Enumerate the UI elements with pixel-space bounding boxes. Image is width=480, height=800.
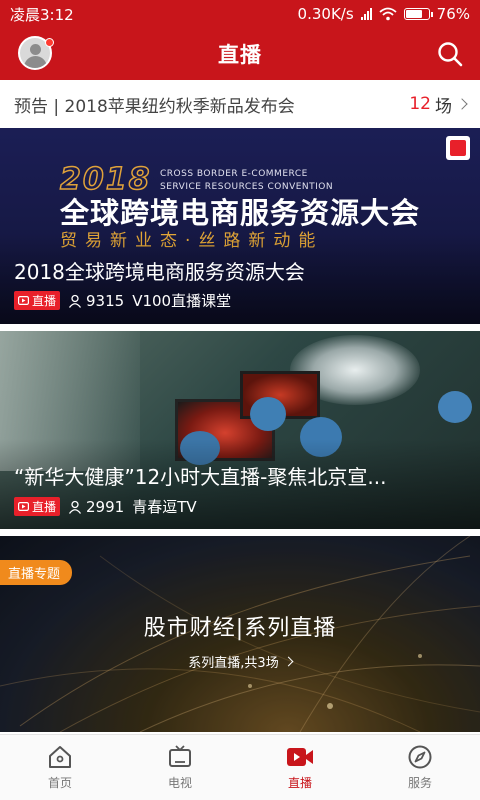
- status-time: 凌晨3:12: [10, 5, 74, 24]
- wifi-icon: [379, 7, 397, 21]
- preview-count-number: 12: [409, 94, 431, 114]
- preview-bar[interactable]: 预告 | 2018苹果纽约秋季新品发布会 12 场: [0, 80, 480, 128]
- person-icon: [68, 500, 82, 514]
- preview-count: 12 场: [409, 92, 468, 117]
- preview-count-unit: 场: [435, 96, 452, 117]
- viewer-count: 2991: [68, 498, 124, 516]
- live-play-icon: [18, 296, 29, 305]
- page-title: 直播: [218, 43, 262, 67]
- viewer-number: 9315: [86, 291, 125, 310]
- live-tag: 直播: [14, 497, 61, 516]
- card-title: “新华大健康”12小时大直播-聚焦北京宣...: [14, 465, 387, 489]
- nav-item-service[interactable]: 服务: [360, 735, 480, 800]
- live-tag: 直播: [14, 291, 61, 310]
- viewer-number: 2991: [86, 497, 125, 516]
- card-meta: 直播 9315 V100直播课堂: [14, 290, 231, 311]
- topic-subtitle: 系列直播,共3场: [0, 652, 480, 671]
- status-indicators: 0.30K/s 76%: [298, 5, 470, 23]
- live-tag-label: 直播: [32, 294, 57, 308]
- nav-item-live[interactable]: 直播: [240, 735, 360, 800]
- viewer-count: 9315: [68, 292, 124, 310]
- nav-item-tv[interactable]: 电视: [120, 735, 240, 800]
- nav-item-home[interactable]: 首页: [0, 735, 120, 800]
- channel-logo: [446, 136, 470, 160]
- nav-label: 直播: [287, 776, 312, 790]
- topic-badge: 直播专题: [0, 560, 73, 585]
- nav-label: 首页: [47, 776, 72, 790]
- live-card[interactable]: 2018 CROSS BORDER E-COMMERCE SERVICE RES…: [0, 128, 480, 324]
- notification-dot: [45, 38, 54, 47]
- avatar-head: [30, 44, 41, 55]
- topic-title: 股市财经|系列直播: [143, 616, 337, 641]
- person-icon: [68, 294, 82, 308]
- battery-percent: 76%: [436, 5, 470, 23]
- avatar-body: [24, 56, 47, 68]
- chevron-right-icon: [283, 656, 294, 667]
- topic-card[interactable]: 直播专题 股市财经|系列直播 系列直播,共3场: [0, 536, 480, 732]
- preview-text: 预告 | 2018苹果纽约秋季新品发布会: [14, 96, 295, 117]
- tv-icon: [169, 745, 191, 767]
- nav-label: 电视: [167, 776, 192, 790]
- compass-icon: [408, 745, 432, 769]
- banner-en-line-1: CROSS BORDER E-COMMERCE: [160, 169, 308, 179]
- topic-subtitle-text: 系列直播,共3场: [188, 656, 279, 671]
- card-meta: 直播 2991 青春逗TV: [14, 496, 197, 517]
- staff-cap-image: [250, 397, 286, 431]
- nav-label: 服务: [407, 776, 432, 790]
- chevron-right-icon: [456, 98, 468, 110]
- search-icon[interactable]: [436, 40, 464, 68]
- app-header: 直播: [0, 28, 480, 80]
- battery-level: [405, 10, 423, 18]
- battery-icon: [403, 8, 433, 20]
- network-speed: 0.30K/s: [297, 5, 354, 23]
- signal-icon: [360, 8, 372, 20]
- live-play-icon: [18, 502, 29, 511]
- video-camera-icon: [287, 748, 313, 766]
- channel-name: V100直播课堂: [132, 292, 232, 310]
- status-bar: 凌晨3:12 0.30K/s 76%: [0, 0, 480, 28]
- live-card[interactable]: “新华大健康”12小时大直播-聚焦北京宣... 直播 2991 青春逗TV: [0, 331, 480, 529]
- channel-name: 青春逗TV: [132, 498, 197, 516]
- home-icon: [49, 746, 71, 768]
- staff-cap-image: [438, 391, 472, 423]
- card-title: 2018全球跨境电商服务资源大会: [14, 260, 305, 284]
- bottom-nav: 首页 电视 直播 服务: [0, 734, 480, 800]
- live-tag-label: 直播: [32, 500, 57, 514]
